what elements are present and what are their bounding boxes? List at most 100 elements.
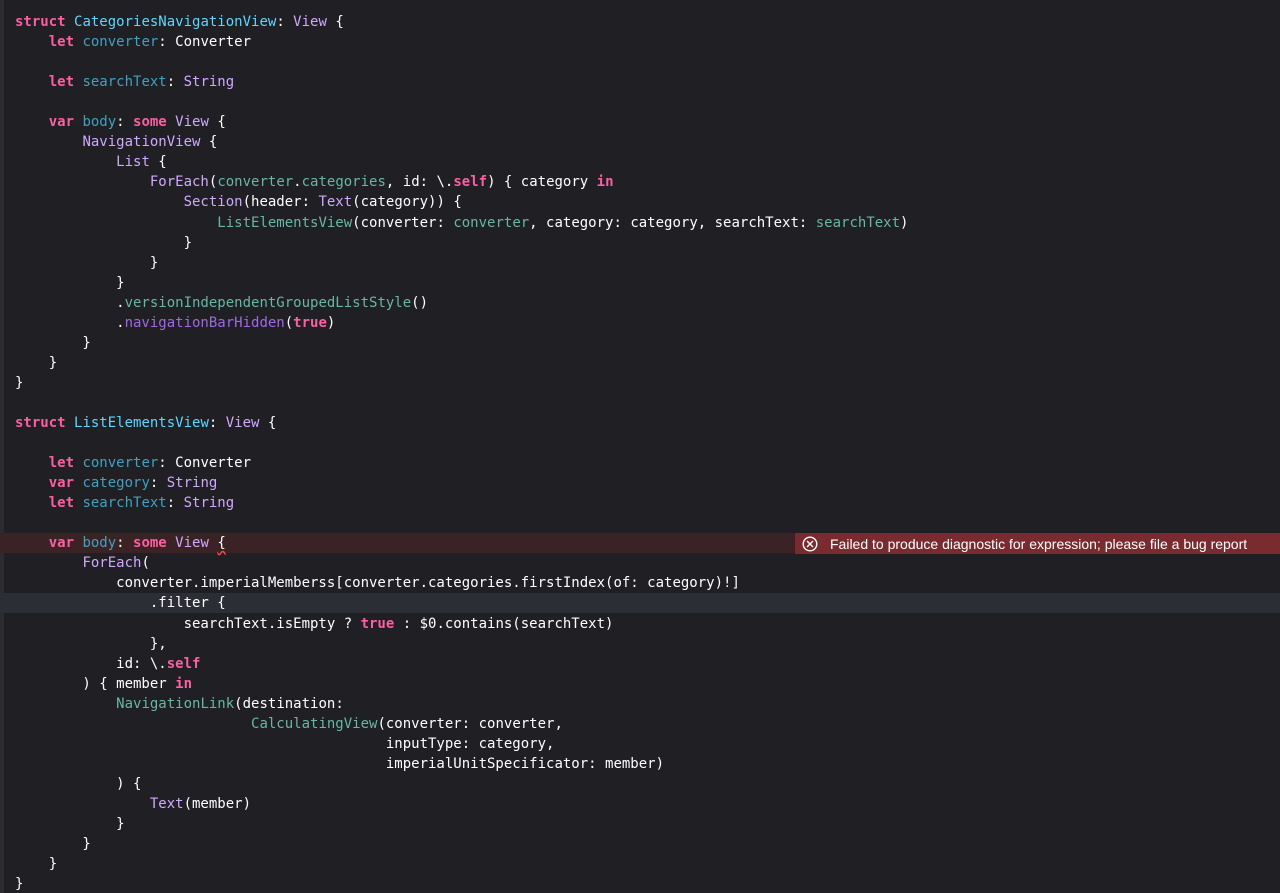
code-line[interactable]: let searchText: String <box>0 493 1280 513</box>
code-token: let <box>48 455 83 472</box>
code-text: ) { member in <box>15 674 192 694</box>
code-line[interactable]: struct CategoriesNavigationView: View { <box>0 12 1280 32</box>
code-line[interactable]: let converter: Converter <box>0 453 1280 473</box>
code-line[interactable]: CalculatingView(converter: converter, <box>0 714 1280 734</box>
code-line[interactable]: List { <box>0 152 1280 172</box>
code-token: searchText <box>82 495 167 512</box>
code-line[interactable]: } <box>0 854 1280 874</box>
code-token: ListElementsView <box>217 214 353 231</box>
code-line[interactable]: } <box>0 253 1280 273</box>
code-line[interactable]: ListElementsView(converter: converter, c… <box>0 213 1280 233</box>
code-text: .navigationBarHidden(true) <box>15 313 335 333</box>
code-line[interactable]: ForEach( <box>0 553 1280 573</box>
code-line[interactable]: Section(header: Text(category)) { <box>0 192 1280 212</box>
code-text: .versionIndependentGroupedListStyle() <box>15 293 428 313</box>
code-line[interactable] <box>0 393 1280 413</box>
code-line[interactable]: struct ListElementsView: View { <box>0 413 1280 433</box>
code-token: : <box>276 14 294 30</box>
code-token: . <box>15 314 125 331</box>
code-token: (category)) { <box>352 194 462 211</box>
code-line[interactable] <box>0 433 1280 453</box>
code-token: } <box>15 374 24 391</box>
code-line[interactable]: } <box>0 874 1280 893</box>
code-line[interactable]: searchText.isEmpty ? true : $0.contains(… <box>0 614 1280 634</box>
code-text: Text(member) <box>15 794 251 814</box>
code-token: { <box>149 154 167 171</box>
code-token: ) <box>326 314 336 331</box>
code-line[interactable]: let converter: Converter <box>0 32 1280 52</box>
code-text: inputType: category, <box>15 734 555 754</box>
code-line[interactable]: Text(member) <box>0 794 1280 814</box>
code-token: NavigationView <box>82 134 201 151</box>
code-token: . <box>15 294 125 311</box>
code-token: } <box>15 856 58 873</box>
code-text: Section(header: Text(category)) { <box>15 192 462 212</box>
error-diagnostic-banner[interactable]: Failed to produce diagnostic for express… <box>795 533 1280 554</box>
code-token: CalculatingView <box>251 715 378 732</box>
code-token: searchText.isEmpty ? <box>15 615 361 632</box>
code-line[interactable]: ) { member in <box>0 674 1280 694</box>
code-token: var <box>48 475 83 492</box>
code-token: id: \. <box>15 655 167 672</box>
code-line[interactable]: } <box>0 273 1280 293</box>
code-token: var <box>48 114 83 131</box>
code-text: }, <box>15 634 167 654</box>
code-editor[interactable]: struct CategoriesNavigationView: View { … <box>0 0 1280 893</box>
code-token: (member) <box>183 795 252 812</box>
code-line[interactable]: } <box>0 353 1280 373</box>
code-line[interactable] <box>0 92 1280 112</box>
code-text: } <box>15 854 57 874</box>
code-text: } <box>15 814 124 834</box>
code-line[interactable] <box>0 513 1280 533</box>
code-token: converter <box>453 214 530 231</box>
code-token: . <box>293 174 302 191</box>
code-line[interactable]: imperialUnitSpecificator: member) <box>0 754 1280 774</box>
code-line[interactable]: } <box>0 834 1280 854</box>
code-token: converter <box>217 174 294 191</box>
error-circle-x-icon <box>802 535 818 552</box>
code-line[interactable]: } <box>0 233 1280 253</box>
code-line[interactable]: .versionIndependentGroupedListStyle() <box>0 293 1280 313</box>
code-line[interactable]: var body: some View { <box>0 112 1280 132</box>
code-line[interactable]: } <box>0 373 1280 393</box>
code-line[interactable] <box>0 52 1280 72</box>
code-line[interactable]: inputType: category, <box>0 734 1280 754</box>
code-token: (converter: <box>352 214 454 231</box>
code-line[interactable]: var category: String <box>0 473 1280 493</box>
code-token: ) { member <box>15 675 176 692</box>
code-text: let searchText: String <box>15 72 234 92</box>
code-line[interactable]: let searchText: String <box>0 72 1280 92</box>
code-token: navigationBarHidden <box>124 314 285 331</box>
code-line[interactable]: id: \.self <box>0 654 1280 674</box>
code-line[interactable]: NavigationLink(destination: <box>0 694 1280 714</box>
code-line[interactable]: .filter { <box>0 593 1280 614</box>
code-token: ) { <box>15 775 142 792</box>
code-token: (destination: <box>234 695 344 712</box>
code-token: let <box>48 34 83 51</box>
code-line[interactable]: ) { <box>0 774 1280 794</box>
code-text: ListElementsView(converter: converter, c… <box>15 213 908 233</box>
code-line[interactable]: NavigationView { <box>0 132 1280 152</box>
code-token: } <box>15 274 125 291</box>
code-line[interactable]: ForEach(converter.categories, id: \.self… <box>0 172 1280 192</box>
code-token: some <box>133 114 176 131</box>
code-token: () <box>411 294 429 311</box>
code-token: : <box>116 114 134 131</box>
code-line[interactable]: .navigationBarHidden(true) <box>0 313 1280 333</box>
code-token: List <box>116 154 150 171</box>
code-token: in <box>596 174 614 191</box>
code-token: { <box>208 114 226 131</box>
code-line[interactable]: } <box>0 814 1280 834</box>
code-line[interactable]: } <box>0 333 1280 353</box>
code-line[interactable]: }, <box>0 634 1280 654</box>
code-line[interactable]: converter.imperialMemberss[converter.cat… <box>0 573 1280 593</box>
code-token: : <box>116 535 134 552</box>
code-text: NavigationView { <box>15 132 217 152</box>
code-text: ForEach(converter.categories, id: \.self… <box>15 172 614 192</box>
